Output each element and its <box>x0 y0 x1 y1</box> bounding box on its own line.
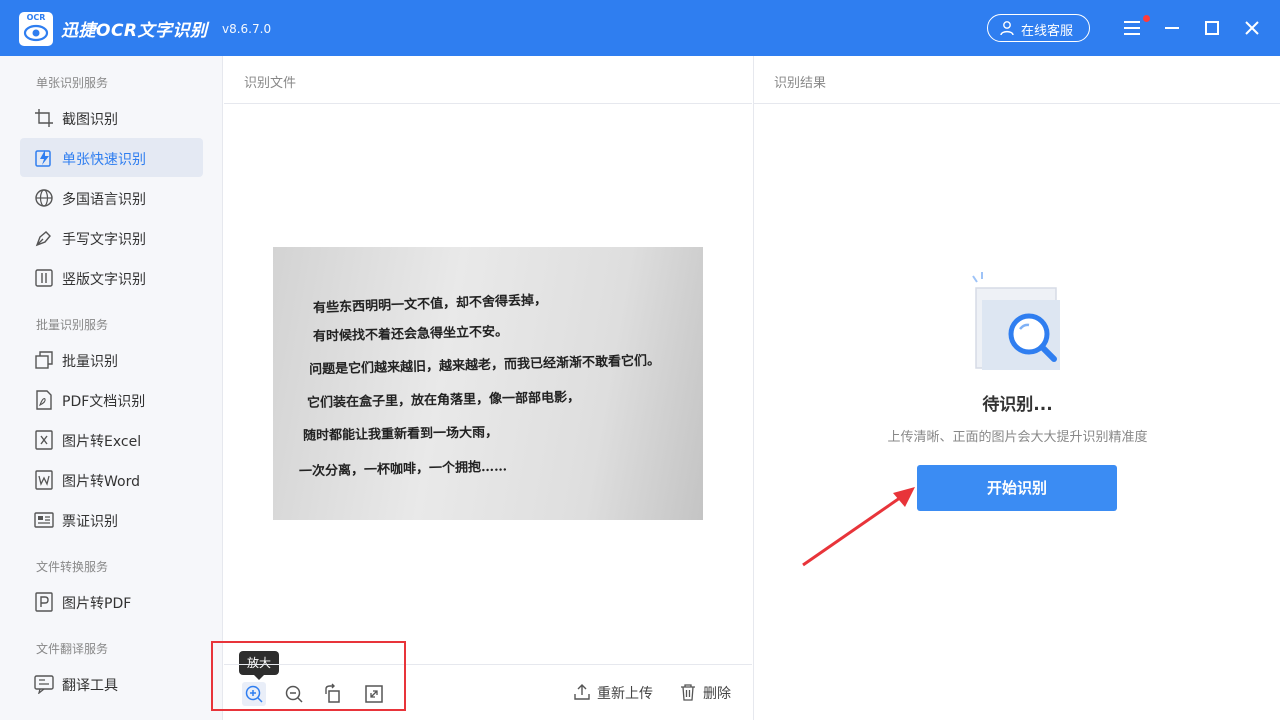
notification-dot <box>1143 15 1150 22</box>
quick-scan-icon <box>35 150 51 167</box>
maximize-icon <box>1205 21 1219 35</box>
pen-icon <box>35 231 51 247</box>
menu-button[interactable] <box>1118 14 1146 42</box>
user-icon <box>1000 21 1014 36</box>
app-logo: OCR <box>19 12 53 46</box>
sidebar-item-label: 单张快速识别 <box>62 152 146 168</box>
sidebar-item-label: 多国语言识别 <box>62 192 146 208</box>
ticket-icon <box>34 512 54 528</box>
uploaded-image-preview: 有些东西明明一文不值，却不舍得丢掉， 有时候找不着还会急得坐立不安。 问题是它们… <box>273 247 703 520</box>
image-text-line: 它们装在盒子里，放在角落里，像一部部电影， <box>306 390 581 411</box>
sidebar-item-multilang[interactable]: 多国语言识别 <box>20 178 203 217</box>
crop-icon <box>35 109 53 127</box>
file-pane-title: 识别文件 <box>244 76 297 91</box>
sidebar-item-handwriting[interactable]: 手写文字识别 <box>20 218 203 257</box>
app-title: 迅捷OCR文字识别 <box>61 21 208 41</box>
close-icon <box>1245 21 1259 35</box>
section-title-batch: 批量识别服务 <box>36 318 109 332</box>
sidebar-item-batch[interactable]: 批量识别 <box>20 340 203 379</box>
sidebar-item-label: 竖版文字识别 <box>62 272 146 288</box>
sidebar-item-label: 图片转Excel <box>62 434 142 450</box>
section-title-convert: 文件转换服务 <box>36 560 109 574</box>
reupload-label: 重新上传 <box>597 686 653 702</box>
search-document-icon <box>972 272 1060 370</box>
batch-icon <box>35 351 53 369</box>
red-arrow-annotation <box>802 487 915 567</box>
sidebar-item-vertical[interactable]: 竖版文字识别 <box>20 258 203 297</box>
vertical-text-icon <box>35 269 53 287</box>
pdf-icon <box>36 390 52 410</box>
sidebar-item-label: 图片转PDF <box>62 596 132 612</box>
image-text-line: 有时候找不着还会急得坐立不安。 <box>312 324 509 345</box>
file-pane-header: 识别文件 <box>224 56 752 104</box>
close-button[interactable] <box>1238 14 1266 42</box>
sidebar-item-translate[interactable]: 翻译工具 <box>20 664 203 703</box>
image-text-line: 随时都能让我重新看到一场大雨， <box>302 425 499 444</box>
sidebar-item-label: 批量识别 <box>62 354 118 370</box>
section-title-single: 单张识别服务 <box>36 76 109 90</box>
delete-label: 删除 <box>703 686 731 702</box>
excel-icon <box>35 430 53 450</box>
word-icon <box>35 470 53 490</box>
sidebar-item-ticket[interactable]: 票证识别 <box>20 500 203 539</box>
result-pane-header: 识别结果 <box>754 56 1280 104</box>
minimize-icon <box>1165 27 1179 29</box>
sidebar-item-label: 截图识别 <box>62 112 118 128</box>
sidebar-item-excel[interactable]: 图片转Excel <box>20 420 203 459</box>
minimize-button[interactable] <box>1158 14 1186 42</box>
image-to-pdf-icon <box>35 592 53 612</box>
sidebar-item-label: 手写文字识别 <box>62 232 146 248</box>
sidebar-item-image-to-pdf[interactable]: 图片转PDF <box>20 582 203 621</box>
sidebar-item-word[interactable]: 图片转Word <box>20 460 203 499</box>
online-service-label: 在线客服 <box>1021 24 1074 39</box>
highlight-annotation-box <box>211 641 406 711</box>
section-title-translate: 文件翻译服务 <box>36 642 109 656</box>
image-text-line: 一次分离，一杯咖啡，一个拥抱…… <box>298 459 508 480</box>
trash-icon <box>681 684 695 701</box>
pending-status: 待识别... <box>982 395 1053 415</box>
online-service-button[interactable]: 在线客服 <box>987 14 1090 42</box>
sidebar-item-label: 翻译工具 <box>62 678 118 694</box>
image-text-line: 有些东西明明一文不值，却不舍得丢掉， <box>312 292 548 317</box>
sidebar-item-label: PDF文档识别 <box>62 394 146 410</box>
globe-icon <box>35 189 53 207</box>
translate-icon <box>34 675 54 694</box>
start-recognition-button[interactable]: 开始识别 <box>917 465 1117 511</box>
result-pane: 识别结果 待识别... 上传清晰、正面的图片会大大提升识别精准度 开始识别 <box>753 56 1280 720</box>
sidebar-item-label: 图片转Word <box>62 474 140 490</box>
sidebar-item-pdf[interactable]: PDF文档识别 <box>20 380 203 419</box>
image-text-line: 问题是它们越来越旧，越来越老，而我已经渐渐不敢看它们。 <box>308 353 661 378</box>
result-pane-title: 识别结果 <box>774 76 827 91</box>
hamburger-icon <box>1124 21 1140 35</box>
title-bar: OCR 迅捷OCR文字识别 v8.6.7.0 在线客服 <box>0 0 1280 56</box>
sidebar-item-screenshot[interactable]: 截图识别 <box>20 98 203 137</box>
upload-hint: 上传清晰、正面的图片会大大提升识别精准度 <box>887 430 1148 445</box>
sidebar-item-label: 票证识别 <box>62 514 118 530</box>
maximize-button[interactable] <box>1198 14 1226 42</box>
file-pane: 识别文件 有些东西明明一文不值，却不舍得丢掉， 有时候找不着还会急得坐立不安。 … <box>211 56 752 720</box>
app-version: v8.6.7.0 <box>222 22 272 36</box>
sidebar: 单张识别服务 截图识别 单张快速识别 多国语言识别 手写文字识别 竖版文字识别 … <box>0 56 223 720</box>
upload-icon <box>574 684 590 700</box>
sidebar-item-quick[interactable]: 单张快速识别 <box>20 138 203 177</box>
